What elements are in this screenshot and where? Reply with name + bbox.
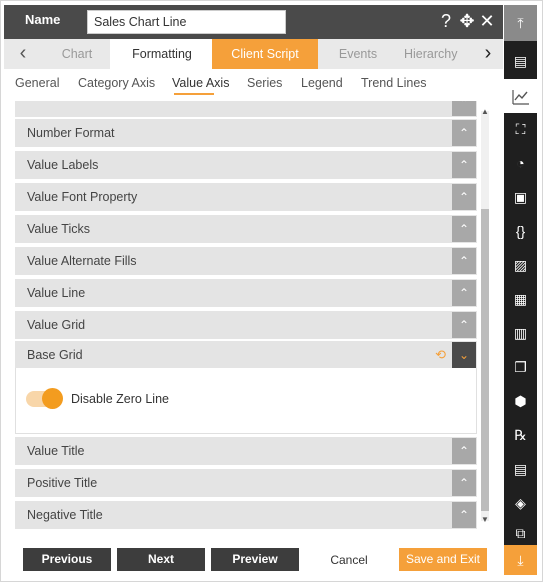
active-subtab-indicator xyxy=(174,93,214,95)
subtab-value-axis[interactable]: Value Axis xyxy=(172,76,229,90)
table-icon[interactable]: ▤ xyxy=(508,49,533,74)
subtab-general[interactable]: General xyxy=(15,76,59,90)
window-header: Name ? ✥ ✕ xyxy=(4,5,503,39)
widgets-icon[interactable]: ⧉ xyxy=(508,521,533,546)
disable-zero-line-toggle[interactable] xyxy=(26,388,63,409)
braces-icon[interactable]: {} xyxy=(508,219,533,244)
chevron-up-icon[interactable]: ⌃ xyxy=(452,502,476,528)
properties-window: Name ? ✥ ✕ ‹ Chart Formatting Client Scr… xyxy=(0,0,543,582)
chevron-up-icon[interactable]: ⌃ xyxy=(452,216,476,242)
section-value-line[interactable]: Value Line ⌃ xyxy=(15,279,477,307)
help-icon[interactable]: ? xyxy=(436,10,456,32)
toggle-knob xyxy=(42,388,63,409)
chevron-up-icon[interactable]: ⌃ xyxy=(452,152,476,178)
section-label: Value Labels xyxy=(27,158,99,172)
section-negative-title[interactable]: Negative Title ⌃ xyxy=(15,501,477,529)
section-base-grid[interactable]: Base Grid ⟲ ⌄ xyxy=(15,341,477,369)
layers-icon[interactable]: ◈ xyxy=(508,491,533,516)
move-icon[interactable]: ✥ xyxy=(457,10,477,32)
section-value-font-property[interactable]: Value Font Property ⌃ xyxy=(15,183,477,211)
section-value-title[interactable]: Value Title ⌃ xyxy=(15,437,477,465)
preview-button[interactable]: Preview xyxy=(211,548,299,571)
scroll-down-icon[interactable]: ▼ xyxy=(480,515,490,524)
tabs-next-icon[interactable]: › xyxy=(473,39,503,69)
chevron-up-icon[interactable]: ⌃ xyxy=(452,248,476,274)
tab-chart[interactable]: Chart xyxy=(47,39,107,69)
section-value-ticks[interactable]: Value Ticks ⌃ xyxy=(15,215,477,243)
chevron-up-icon[interactable]: ⌃ xyxy=(452,312,476,338)
bar-chart-icon[interactable]: ▥ xyxy=(508,321,533,346)
section-label: Value Font Property xyxy=(27,190,138,204)
section-label: Positive Title xyxy=(27,476,98,490)
accordion-row-hidden[interactable]: ⌃ xyxy=(15,101,477,117)
tab-client-script[interactable]: Client Script xyxy=(212,39,318,69)
main-tabs: ‹ Chart Formatting Client Script Events … xyxy=(4,39,503,69)
sub-tabs: General Category Axis Value Axis Series … xyxy=(4,71,503,97)
previous-button[interactable]: Previous xyxy=(23,548,111,571)
section-label: Base Grid xyxy=(27,348,83,362)
copy-icon[interactable]: ❐ xyxy=(508,355,533,380)
report-icon[interactable]: ▤ xyxy=(508,457,533,482)
map-icon[interactable]: ⛶ xyxy=(508,117,533,142)
section-label: Value Ticks xyxy=(27,222,90,236)
line-chart-icon[interactable] xyxy=(504,79,537,113)
subtab-series[interactable]: Series xyxy=(247,76,282,90)
expand-button[interactable]: ⌃ xyxy=(452,101,476,116)
chevron-down-icon[interactable]: ⌄ xyxy=(452,342,476,368)
tabs-prev-icon[interactable]: ‹ xyxy=(8,39,38,69)
chevron-up-icon[interactable]: ⌃ xyxy=(452,280,476,306)
footer-actions: Previous Next Preview Cancel Save and Ex… xyxy=(4,543,503,579)
cubes-icon[interactable]: ⬢ xyxy=(508,389,533,414)
accordion-panel: ⌃ Number Format ⌃ Value Labels ⌃ Value F… xyxy=(4,101,503,531)
tab-formatting[interactable]: Formatting xyxy=(110,39,214,69)
section-value-labels[interactable]: Value Labels ⌃ xyxy=(15,151,477,179)
scorecard-icon[interactable]: ▦ xyxy=(508,287,533,312)
name-label: Name xyxy=(25,12,61,27)
close-icon[interactable]: ✕ xyxy=(477,10,497,32)
section-label: Value Alternate Fills xyxy=(27,254,137,268)
next-button[interactable]: Next xyxy=(117,548,205,571)
right-toolbar: ⤒ ▤ ⛶ ◔ ▣ {} ▨ ▦ ▥ ❐ ⬢ ℞ ▤ ◈ ⧉ ⤓ xyxy=(504,5,537,575)
section-value-alternate-fills[interactable]: Value Alternate Fills ⌃ xyxy=(15,247,477,275)
section-label: Value Title xyxy=(27,444,85,458)
chevron-up-icon[interactable]: ⌃ xyxy=(452,470,476,496)
cancel-button[interactable]: Cancel xyxy=(305,548,393,571)
subtab-category-axis[interactable]: Category Axis xyxy=(78,76,155,90)
tab-hierarchy[interactable]: Hierarchy xyxy=(404,39,474,69)
refresh-icon[interactable]: ⟲ xyxy=(435,347,446,363)
document-icon[interactable]: ▣ xyxy=(508,185,533,210)
chevron-up-icon[interactable]: ⌃ xyxy=(452,120,476,146)
tab-events[interactable]: Events xyxy=(318,39,398,69)
base-grid-content: Disable Zero Line xyxy=(15,368,477,434)
rx-icon[interactable]: ℞ xyxy=(508,423,533,448)
section-label: Number Format xyxy=(27,126,115,140)
download-icon[interactable]: ⤓ xyxy=(504,545,537,575)
subtab-trend-lines[interactable]: Trend Lines xyxy=(361,76,427,90)
section-label: Negative Title xyxy=(27,508,103,522)
collapse-top-icon[interactable]: ⤒ xyxy=(504,5,537,41)
section-label: Value Grid xyxy=(27,318,86,332)
image-icon[interactable]: ▨ xyxy=(508,253,533,278)
section-value-grid[interactable]: Value Grid ⌃ xyxy=(15,311,477,339)
gauge-icon[interactable]: ◔ xyxy=(508,151,533,176)
chevron-up-icon[interactable]: ⌃ xyxy=(452,438,476,464)
section-label: Value Line xyxy=(27,286,86,300)
section-positive-title[interactable]: Positive Title ⌃ xyxy=(15,469,477,497)
chevron-up-icon[interactable]: ⌃ xyxy=(452,184,476,210)
toggle-label: Disable Zero Line xyxy=(71,392,169,406)
scroll-up-icon[interactable]: ▲ xyxy=(480,107,490,116)
section-number-format[interactable]: Number Format ⌃ xyxy=(15,119,477,147)
save-and-exit-button[interactable]: Save and Exit xyxy=(399,548,487,571)
name-input[interactable] xyxy=(87,10,286,34)
scrollbar-thumb[interactable] xyxy=(481,209,489,511)
subtab-legend[interactable]: Legend xyxy=(301,76,343,90)
